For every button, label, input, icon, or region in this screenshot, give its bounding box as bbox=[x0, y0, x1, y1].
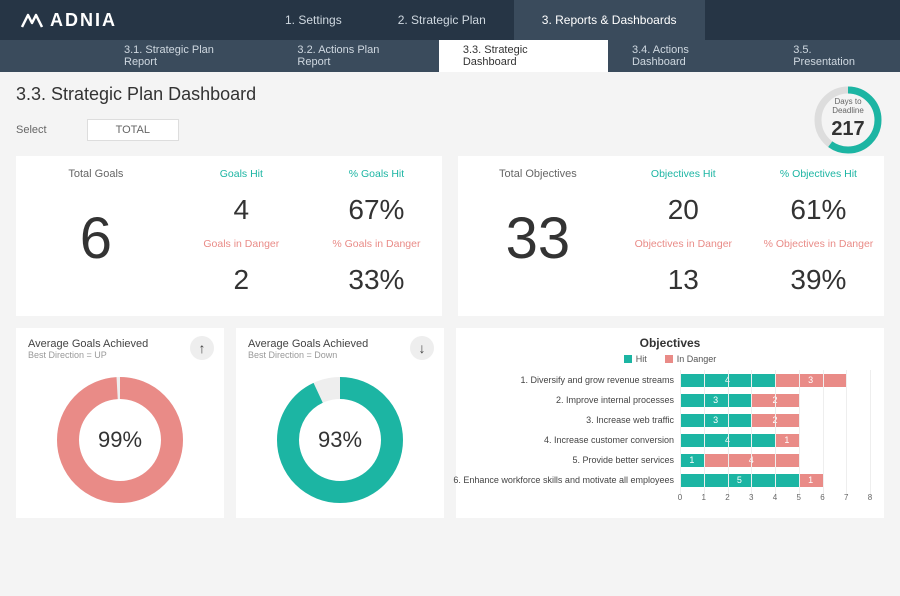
objectives-label-1: % Objectives Hit bbox=[761, 168, 876, 180]
objectives-label-2: Objectives in Danger bbox=[626, 238, 741, 250]
topnav-item-2[interactable]: 3. Reports & Dashboards bbox=[514, 0, 705, 40]
logo-mark-icon bbox=[20, 11, 44, 29]
gauge-subtitle-1: Best Direction = Down bbox=[248, 350, 432, 360]
gauge-title-0: Average Goals Achieved bbox=[28, 338, 212, 350]
gauge-value-0: 99% bbox=[28, 370, 212, 510]
brand-logo: ADNIA bbox=[20, 10, 117, 31]
objectives-cell-3: % Objectives in Danger 39% bbox=[753, 234, 884, 300]
objective-hit-1: 3 bbox=[680, 394, 751, 407]
gauge-card-0: Average Goals AchievedBest Direction = U… bbox=[16, 328, 224, 518]
subnav-item-2[interactable]: 3.3. Strategic Dashboard bbox=[439, 40, 608, 72]
goals-cell-1: % Goals Hit 67% bbox=[311, 164, 442, 230]
topnav-item-1[interactable]: 2. Strategic Plan bbox=[370, 0, 514, 40]
objective-hit-5: 5 bbox=[680, 474, 799, 487]
goals-cell-3: % Goals in Danger 33% bbox=[311, 234, 442, 300]
objectives-legend: Hit In Danger bbox=[470, 354, 870, 364]
subnav-item-3[interactable]: 3.4. Actions Dashboard bbox=[608, 40, 769, 72]
gauge-value-1: 93% bbox=[248, 370, 432, 510]
goals-cell-0: Goals Hit 4 bbox=[176, 164, 307, 230]
selector-label: Select bbox=[16, 124, 47, 136]
topnav-item-0[interactable]: 1. Settings bbox=[257, 0, 370, 40]
objectives-cell-2: Objectives in Danger 13 bbox=[618, 234, 749, 300]
gauge-card-1: Average Goals AchievedBest Direction = D… bbox=[236, 328, 444, 518]
objectives-x-axis: 012345678 bbox=[680, 490, 870, 504]
objective-hit-4: 1 bbox=[680, 454, 704, 467]
objectives-label-3: % Objectives in Danger bbox=[761, 238, 876, 250]
top-bar: ADNIA 1. Settings2. Strategic Plan3. Rep… bbox=[0, 0, 900, 40]
objectives-label-0: Objectives Hit bbox=[626, 168, 741, 180]
arrow-down-icon: ↓ bbox=[410, 336, 434, 360]
total-objectives-value: 33 bbox=[506, 210, 571, 268]
brand-text: ADNIA bbox=[50, 10, 117, 31]
deadline-value: 217 bbox=[812, 118, 884, 141]
goals-panel: Total Goals 6 Goals Hit 4 % Goals Hit 67% Go… bbox=[16, 156, 442, 316]
objectives-chart-title: Objectives bbox=[470, 336, 870, 350]
deadline-gauge: Days toDeadline 217 bbox=[812, 84, 884, 156]
objective-danger-0: 3 bbox=[775, 374, 846, 387]
objectives-chart-card: Objectives Hit In Danger 1. Diversify and… bbox=[456, 328, 884, 518]
legend-swatch-icon bbox=[665, 355, 673, 363]
goals-label-0: Goals Hit bbox=[184, 168, 299, 180]
objective-label-4: 5. Provide better services bbox=[470, 450, 680, 470]
goals-value-2: 2 bbox=[184, 264, 299, 296]
subnav-item-1[interactable]: 3.2. Actions Plan Report bbox=[273, 40, 438, 72]
objective-danger-3: 1 bbox=[775, 434, 799, 447]
objective-label-0: 1. Diversify and grow revenue streams bbox=[470, 370, 680, 390]
gauge-title-1: Average Goals Achieved bbox=[248, 338, 432, 350]
subnav-item-0[interactable]: 3.1. Strategic Plan Report bbox=[100, 40, 273, 72]
objectives-value-3: 39% bbox=[761, 264, 876, 296]
objective-hit-2: 3 bbox=[680, 414, 751, 427]
top-nav: 1. Settings2. Strategic Plan3. Reports &… bbox=[257, 0, 705, 40]
objectives-value-0: 20 bbox=[626, 194, 741, 226]
objectives-value-1: 61% bbox=[761, 194, 876, 226]
goals-cell-2: Goals in Danger 2 bbox=[176, 234, 307, 300]
arrow-up-icon: ↑ bbox=[190, 336, 214, 360]
objective-label-2: 3. Increase web traffic bbox=[470, 410, 680, 430]
legend-item-0: Hit bbox=[624, 354, 647, 364]
gauge-subtitle-0: Best Direction = UP bbox=[28, 350, 212, 360]
legend-swatch-icon bbox=[624, 355, 632, 363]
sub-nav: 3.1. Strategic Plan Report3.2. Actions P… bbox=[0, 40, 900, 72]
goals-label-3: % Goals in Danger bbox=[319, 238, 434, 250]
objective-label-1: 2. Improve internal processes bbox=[470, 390, 680, 410]
objectives-value-2: 13 bbox=[626, 264, 741, 296]
objectives-panel: Total Objectives 33 Objectives Hit 20 % Ob… bbox=[458, 156, 884, 316]
goals-value-1: 67% bbox=[319, 194, 434, 226]
objective-label-5: 6. Enhance workforce skills and motivate… bbox=[470, 470, 680, 490]
goals-value-0: 4 bbox=[184, 194, 299, 226]
objectives-cell-1: % Objectives Hit 61% bbox=[753, 164, 884, 230]
page-title: 3.3. Strategic Plan Dashboard bbox=[16, 84, 256, 105]
goals-label-1: % Goals Hit bbox=[319, 168, 434, 180]
legend-item-1: In Danger bbox=[665, 354, 717, 364]
objectives-cell-0: Objectives Hit 20 bbox=[618, 164, 749, 230]
total-objectives-label: Total Objectives bbox=[499, 168, 577, 180]
goals-label-2: Goals in Danger bbox=[184, 238, 299, 250]
objective-label-3: 4. Increase customer conversion bbox=[470, 430, 680, 450]
total-goals-value: 6 bbox=[80, 210, 112, 268]
goals-value-3: 33% bbox=[319, 264, 434, 296]
total-goals-label: Total Goals bbox=[68, 168, 123, 180]
selector-dropdown[interactable]: TOTAL bbox=[87, 119, 179, 141]
deadline-label: Days toDeadline bbox=[812, 98, 884, 116]
subnav-item-4[interactable]: 3.5. Presentation bbox=[769, 40, 900, 72]
objective-danger-5: 1 bbox=[799, 474, 823, 487]
